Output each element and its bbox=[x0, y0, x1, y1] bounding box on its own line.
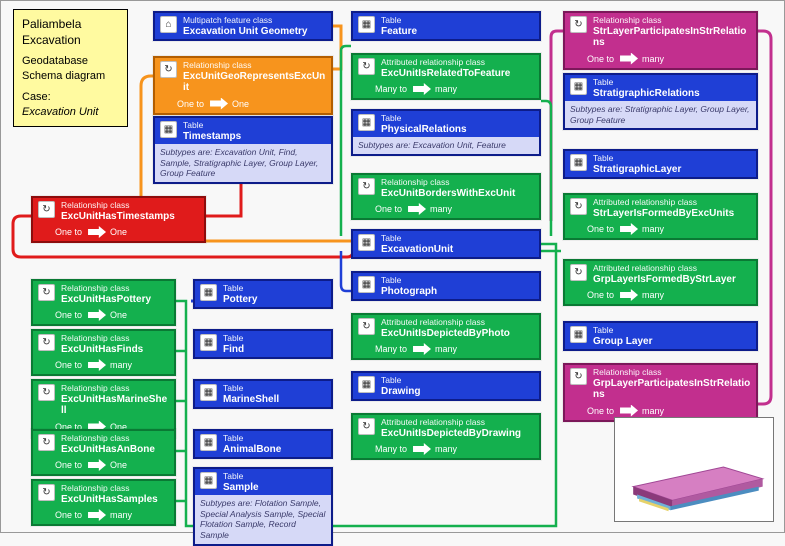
node-table-find: ▦TableFind bbox=[193, 329, 333, 359]
table-icon: ▦ bbox=[570, 78, 587, 95]
table-icon: ▦ bbox=[570, 326, 587, 343]
node-table-pottery: ▦TablePottery bbox=[193, 279, 333, 309]
node-rel-grplayer-participates: ↻Relationship classGrpLayerParticipatesI… bbox=[563, 363, 758, 422]
relationship-icon: ↻ bbox=[358, 318, 375, 335]
arrow-icon bbox=[620, 289, 638, 301]
relationship-icon: ↻ bbox=[570, 368, 587, 385]
relationship-icon: ↻ bbox=[570, 198, 587, 215]
arrow-icon bbox=[88, 509, 106, 521]
info-line6: Excavation Unit bbox=[22, 106, 98, 118]
arrow-icon bbox=[88, 359, 106, 371]
node-table-animalbone: ▦TableAnimalBone bbox=[193, 429, 333, 459]
relationship-icon: ↻ bbox=[38, 434, 55, 451]
node-table-photograph: ▦TablePhotograph bbox=[351, 271, 541, 301]
arrow-icon bbox=[88, 309, 106, 321]
arrow-icon bbox=[408, 203, 426, 215]
info-line1: Paliambela bbox=[22, 17, 81, 31]
arrow-icon bbox=[413, 83, 431, 95]
arrow-icon bbox=[413, 443, 431, 455]
node-rel-has-pottery: ↻Relationship classExcUnitHasPottery One… bbox=[31, 279, 176, 326]
node-rel-strlayer-participates: ↻Relationship classStrLayerParticipatesI… bbox=[563, 11, 758, 70]
info-line5: Case: bbox=[22, 91, 51, 103]
relationship-icon: ↻ bbox=[38, 334, 55, 351]
node-table-feature: ▦TableFeature bbox=[351, 11, 541, 41]
info-line4: Schema diagram bbox=[22, 70, 105, 82]
node-table-drawing: ▦TableDrawing bbox=[351, 371, 541, 401]
info-line3: Geodatabase bbox=[22, 55, 88, 67]
table-icon: ▦ bbox=[200, 434, 217, 451]
relationship-icon: ↻ bbox=[38, 284, 55, 301]
arrow-icon bbox=[413, 343, 431, 355]
arrow-icon bbox=[210, 98, 228, 110]
node-table-stratigraphicrelations: ▦TableStratigraphicRelationsSubtypes are… bbox=[563, 73, 758, 130]
table-icon: ▦ bbox=[570, 154, 587, 171]
multipatch-icon: ⌂ bbox=[160, 16, 177, 33]
table-icon: ▦ bbox=[200, 334, 217, 351]
relationship-icon: ↻ bbox=[38, 384, 55, 401]
table-icon: ▦ bbox=[358, 276, 375, 293]
node-rel-borders: ↻Relationship classExcUnitBordersWithExc… bbox=[351, 173, 541, 220]
node-rel-has-finds: ↻Relationship classExcUnitHasFinds One t… bbox=[31, 329, 176, 376]
node-rel-has-timestamps: ↻ Relationship classExcUnitHasTimestamps… bbox=[31, 196, 206, 243]
relationship-icon: ↻ bbox=[38, 484, 55, 501]
table-icon: ▦ bbox=[200, 384, 217, 401]
relationship-icon: ↻ bbox=[570, 264, 587, 281]
table-icon: ▦ bbox=[358, 114, 375, 131]
arrow-icon bbox=[620, 405, 638, 417]
node-rel-has-anbone: ↻Relationship classExcUnitHasAnBone One … bbox=[31, 429, 176, 476]
table-icon: ▦ bbox=[200, 284, 217, 301]
node-excavation-unit-geometry: ⌂ Multipatch feature classExcavation Uni… bbox=[153, 11, 333, 41]
arrow-icon bbox=[88, 226, 106, 238]
node-arc-depicted-by-photo: ↻Attributed relationship classExcUnitIsD… bbox=[351, 313, 541, 360]
node-arc-related-to-feature: ↻Attributed relationship classExcUnitIsR… bbox=[351, 53, 541, 100]
arrow-icon bbox=[620, 53, 638, 65]
node-rel-geo-represents: ↻ Relationship classExcUnitGeoRepresents… bbox=[153, 56, 333, 115]
arrow-icon bbox=[88, 459, 106, 471]
relationship-icon: ↻ bbox=[38, 201, 55, 218]
table-icon: ▦ bbox=[160, 121, 177, 138]
info-line2: Excavation bbox=[22, 33, 81, 47]
node-arc-depicted-by-drawing: ↻Attributed relationship classExcUnitIsD… bbox=[351, 413, 541, 460]
relationship-icon: ↻ bbox=[570, 16, 587, 33]
node-table-marineshell: ▦TableMarineShell bbox=[193, 379, 333, 409]
table-icon: ▦ bbox=[358, 16, 375, 33]
table-icon: ▦ bbox=[358, 234, 375, 251]
node-table-stratigraphiclayer: ▦TableStratigraphicLayer bbox=[563, 149, 758, 179]
diagram-infobox: Paliambela Excavation Geodatabase Schema d… bbox=[13, 9, 128, 127]
model-thumbnail bbox=[614, 417, 774, 522]
node-arc-grplayer-formed: ↻Attributed relationship classGrpLayerIs… bbox=[563, 259, 758, 306]
node-table-excavationunit: ▦TableExcavationUnit bbox=[351, 229, 541, 259]
node-rel-has-samples: ↻Relationship classExcUnitHasSamples One… bbox=[31, 479, 176, 526]
relationship-icon: ↻ bbox=[160, 61, 177, 78]
node-table-grouplayer: ▦TableGroup Layer bbox=[563, 321, 758, 351]
node-table-sample: ▦TableSampleSubtypes are: Flotation Samp… bbox=[193, 467, 333, 546]
node-arc-strlayer-formed: ↻Attributed relationship classStrLayerIs… bbox=[563, 193, 758, 240]
relationship-icon: ↻ bbox=[358, 418, 375, 435]
node-table-timestamps: ▦ TableTimestamps Subtypes are: Excavati… bbox=[153, 116, 333, 184]
node-table-physicalrelations: ▦TablePhysicalRelationsSubtypes are: Exc… bbox=[351, 109, 541, 156]
relationship-icon: ↻ bbox=[358, 58, 375, 75]
relationship-icon: ↻ bbox=[358, 178, 375, 195]
table-icon: ▦ bbox=[358, 376, 375, 393]
table-icon: ▦ bbox=[200, 472, 217, 489]
arrow-icon bbox=[620, 223, 638, 235]
